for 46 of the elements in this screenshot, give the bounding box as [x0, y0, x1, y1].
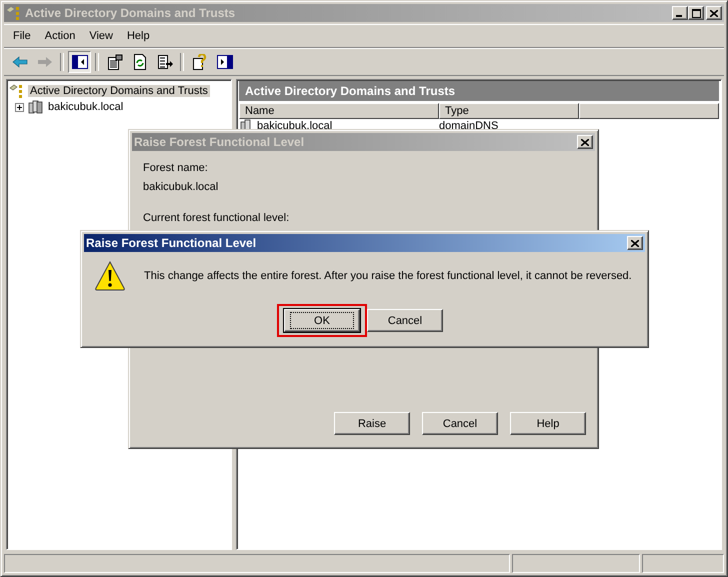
pane-title: Active Directory Domains and Trusts	[239, 81, 719, 101]
table-cell: bakicubuk.local	[257, 120, 332, 132]
dialog-button[interactable]: Cancel	[422, 412, 498, 435]
column-header[interactable]: Name	[239, 103, 439, 119]
action-pane-icon	[216, 55, 232, 69]
dialog-button[interactable]: Raise	[334, 412, 410, 435]
maximize-icon	[692, 8, 700, 18]
close-icon	[710, 10, 718, 16]
column-header[interactable]: Type	[439, 103, 579, 119]
close-icon	[581, 138, 589, 146]
export-list-icon	[156, 54, 172, 70]
dialog-button[interactable]: Help	[510, 412, 586, 435]
close-button[interactable]	[627, 236, 643, 250]
menu-item[interactable]: View	[82, 27, 120, 45]
expand-icon[interactable]	[15, 102, 24, 112]
close-button[interactable]	[577, 135, 593, 149]
warning-icon	[94, 260, 126, 292]
close-button[interactable]	[706, 6, 722, 20]
back-arrow-icon	[12, 55, 28, 69]
trust-tree-icon	[9, 84, 25, 98]
app-icon	[6, 6, 22, 20]
close-icon	[631, 240, 639, 246]
window-title: Active Directory Domains and Trusts	[25, 6, 236, 20]
dialog-title: Raise Forest Functional Level	[86, 236, 258, 250]
menu-item[interactable]: File	[6, 27, 38, 45]
tree-pane-icon	[72, 55, 88, 69]
toolbar-button[interactable]	[68, 51, 91, 73]
refresh-icon	[132, 54, 148, 70]
field-label: Current forest functional level:	[143, 212, 290, 226]
field-label: Forest name:	[143, 162, 209, 176]
message-text: This change affects the entire forest. After you raise the forest functional level, it cannot be reversed.	[144, 270, 632, 282]
dialog-button[interactable]: OK	[284, 309, 360, 332]
menu-item[interactable]: Action	[38, 27, 82, 45]
forward-arrow-icon	[36, 55, 52, 69]
minimize-button[interactable]	[672, 6, 688, 20]
menu-item[interactable]: Help	[120, 27, 157, 45]
maximize-button[interactable]	[688, 6, 704, 20]
dialog-title: Raise Forest Functional Level	[134, 135, 306, 149]
dialog-button[interactable]: Cancel	[367, 309, 443, 332]
tree-item[interactable]: bakicubuk.local	[46, 101, 126, 113]
table-cell: domainDNS	[439, 120, 498, 132]
help-icon	[192, 54, 208, 70]
domain-servers-icon	[27, 100, 43, 114]
tree-item[interactable]: Active Directory Domains and Trusts	[28, 85, 210, 97]
field-value: bakicubuk.local	[143, 181, 220, 195]
properties-icon	[106, 54, 122, 70]
